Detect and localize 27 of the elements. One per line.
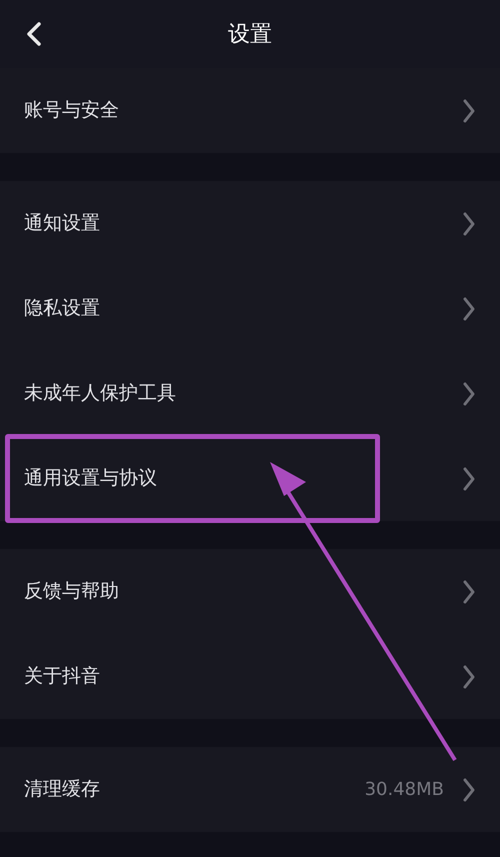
row-label: 账号与安全 — [24, 98, 120, 124]
chevron-icon — [462, 466, 476, 492]
chevron-icon — [462, 296, 476, 322]
settings-row[interactable]: 通用设置与协议 — [0, 436, 500, 521]
chevron-icon — [462, 210, 476, 236]
settings-row[interactable]: 清理缓存 30.48MB — [0, 747, 500, 832]
settings-row[interactable]: 通知设置 — [0, 181, 500, 266]
chevron-icon — [462, 98, 476, 124]
cache-size: 30.48MB — [364, 778, 444, 802]
settings-row[interactable]: 反馈与帮助 — [0, 549, 500, 634]
chevron-icon — [462, 664, 476, 690]
row-label: 清理缓存 — [24, 777, 101, 802]
row-label: 关于抖音 — [24, 664, 101, 690]
row-label: 未成年人保护工具 — [24, 381, 177, 406]
back-icon[interactable] — [25, 22, 43, 46]
row-label: 通用设置与协议 — [24, 466, 158, 492]
settings-row[interactable]: 账号与安全 — [0, 68, 500, 153]
settings-row[interactable]: 隐私设置 — [0, 266, 500, 351]
row-label: 隐私设置 — [24, 296, 101, 322]
settings-row[interactable]: 未成年人保护工具 — [0, 351, 500, 436]
page-title: 设置 — [228, 20, 272, 48]
chevron-icon — [462, 776, 476, 802]
chevron-icon — [462, 578, 476, 604]
row-label: 反馈与帮助 — [24, 579, 120, 604]
row-label: 通知设置 — [24, 211, 101, 236]
settings-row[interactable]: 关于抖音 — [0, 634, 500, 719]
chevron-icon — [462, 380, 476, 406]
